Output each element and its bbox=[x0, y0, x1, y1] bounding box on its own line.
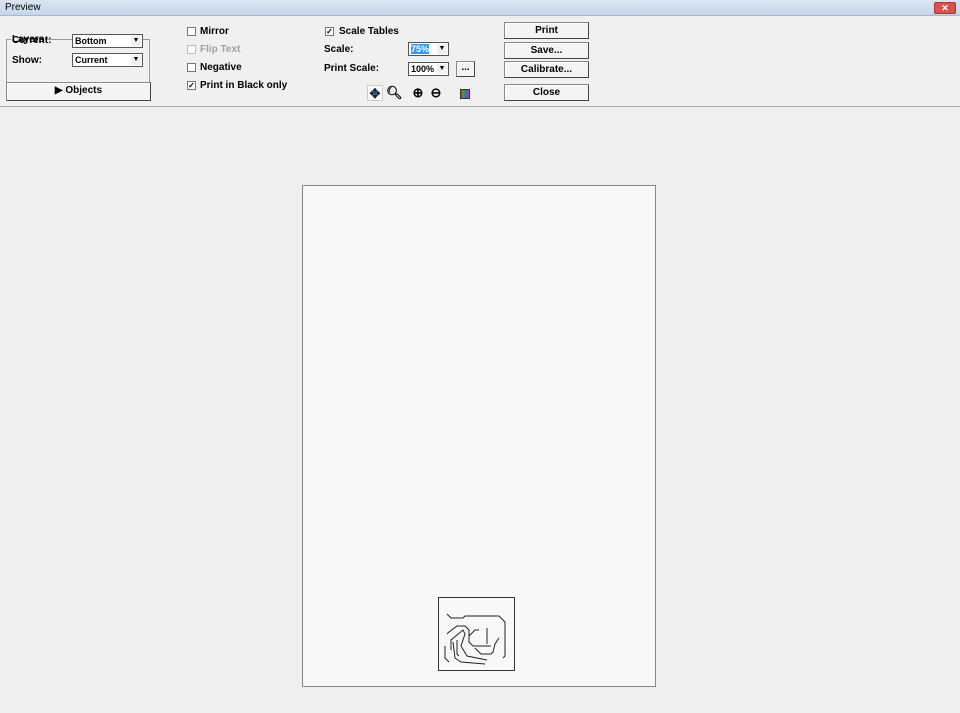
print-black-label: Print in Black only bbox=[200, 80, 288, 91]
flip-text-checkbox[interactable] bbox=[187, 45, 196, 54]
scale-tables-label: Scale Tables bbox=[339, 26, 399, 37]
show-layer-label: Show: bbox=[12, 55, 42, 66]
print-scale-more-button[interactable]: ... bbox=[456, 61, 475, 77]
chevron-down-icon: ▼ bbox=[131, 55, 141, 65]
zoom-in-icon[interactable]: ⊕ bbox=[410, 85, 426, 101]
scale-tables-checkbox[interactable]: ✓ bbox=[325, 27, 334, 36]
save-button[interactable]: Save... bbox=[504, 42, 589, 59]
negative-checkbox[interactable] bbox=[187, 63, 196, 72]
objects-button[interactable]: ▶ Objects bbox=[6, 82, 151, 101]
current-layer-select[interactable]: Bottom ▼ bbox=[72, 34, 143, 48]
chevron-down-icon: ▼ bbox=[437, 44, 447, 54]
pcb-preview bbox=[438, 597, 515, 671]
pan-icon[interactable]: ✥ bbox=[367, 85, 383, 101]
negative-label: Negative bbox=[200, 62, 242, 73]
print-black-checkbox[interactable]: ✓ bbox=[187, 81, 196, 90]
chevron-down-icon: ▼ bbox=[131, 36, 141, 46]
mirror-label: Mirror bbox=[200, 26, 229, 37]
print-scale-select[interactable]: 100% ▼ bbox=[408, 62, 449, 76]
show-layer-value: Current bbox=[75, 55, 108, 65]
chevron-down-icon: ▼ bbox=[437, 64, 447, 74]
scale-select[interactable]: 75% ▼ bbox=[408, 42, 449, 56]
current-layer-label: Current: bbox=[12, 35, 52, 46]
mirror-checkbox[interactable] bbox=[187, 27, 196, 36]
close-button[interactable]: Close bbox=[504, 84, 589, 101]
calibrate-button[interactable]: Calibrate... bbox=[504, 61, 589, 78]
pcb-traces bbox=[444, 613, 506, 665]
window-close-button[interactable]: ✕ bbox=[934, 2, 956, 14]
window-title: Preview bbox=[5, 2, 41, 13]
scale-label: Scale: bbox=[324, 44, 354, 55]
current-layer-value: Bottom bbox=[75, 36, 107, 46]
show-layer-select[interactable]: Current ▼ bbox=[72, 53, 143, 67]
print-button[interactable]: Print bbox=[504, 22, 589, 39]
scale-value: 75% bbox=[411, 44, 430, 54]
zoom-out-icon[interactable]: ⊖ bbox=[428, 85, 444, 101]
toolbar: Layers Current: Bottom ▼ Show: Current ▼ ▶… bbox=[0, 16, 960, 107]
color-palette-icon[interactable] bbox=[460, 89, 470, 99]
zoom-window-icon[interactable]: 🔍︎ bbox=[386, 85, 403, 101]
print-scale-value: 100% bbox=[411, 64, 435, 74]
print-scale-label: Print Scale: bbox=[324, 63, 380, 74]
title-bar: Preview ✕ bbox=[0, 0, 960, 16]
flip-text-label: Flip Text bbox=[200, 44, 241, 55]
